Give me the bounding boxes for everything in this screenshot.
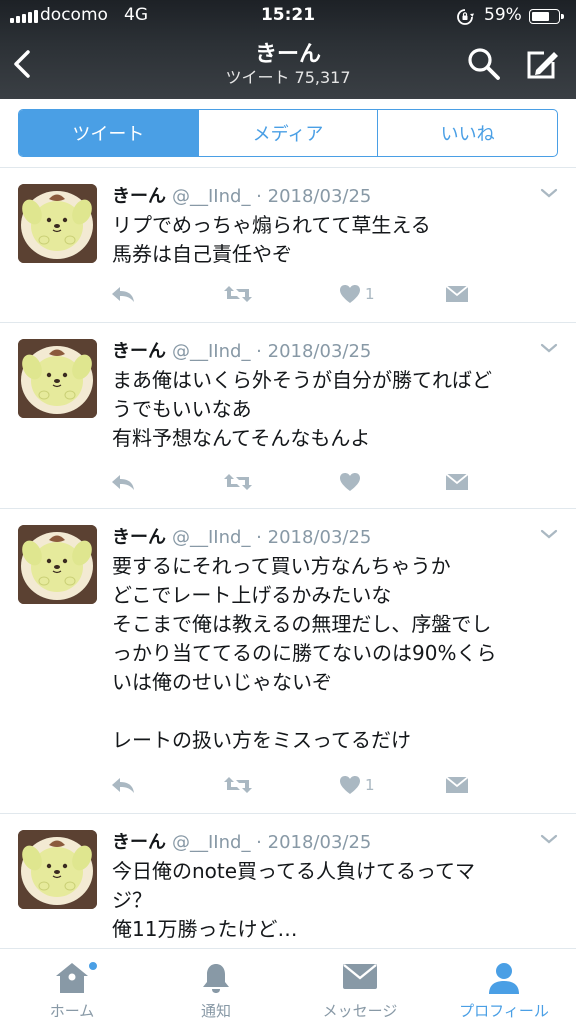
compose-button[interactable] xyxy=(524,46,560,82)
like-button[interactable] xyxy=(339,468,365,496)
status-bar: docomo 4G 15:21 59% xyxy=(0,0,576,34)
dm-share-button[interactable] xyxy=(445,280,469,308)
tweet-text: リプでめっちゃ煽られてて草生える 馬券は自己責任やぞ xyxy=(112,213,431,266)
chevron-down-icon[interactable] xyxy=(540,833,558,845)
like-button[interactable]: 1 xyxy=(339,771,375,799)
heart-icon xyxy=(340,473,360,491)
tab-likes[interactable]: いいね xyxy=(377,110,557,156)
retweet-button[interactable] xyxy=(223,468,253,496)
nav-home-label: ホーム xyxy=(49,1002,95,1020)
avatar[interactable] xyxy=(18,525,97,604)
tweet-author-name[interactable]: きーん xyxy=(112,527,166,548)
heart-icon xyxy=(340,285,360,303)
like-button[interactable]: 1 xyxy=(339,280,375,308)
tweet-item[interactable]: きーん @__IInd_ · 2018/03/25 今日俺のnote買ってる人負け… xyxy=(0,814,576,948)
reply-button[interactable] xyxy=(110,468,136,496)
tab-media[interactable]: メディア xyxy=(197,110,378,156)
tweet-timeline: きーん @__IInd_ · 2018/03/25 リプでめっちゃ煽られてて草生え… xyxy=(0,168,576,948)
nav-messages[interactable]: メッセージ xyxy=(288,949,432,1024)
tweet-author-name[interactable]: きーん xyxy=(112,832,166,853)
nav-profile-label: プロフィール xyxy=(459,1002,549,1020)
like-count: 1 xyxy=(365,285,375,303)
tweet-text: 今日俺のnote買ってる人負けてるってマ ジ？ 俺11万勝ったけど… xyxy=(112,859,476,941)
battery-percent: 59% xyxy=(484,5,522,25)
dm-share-button[interactable] xyxy=(445,771,469,799)
reply-icon xyxy=(112,287,134,302)
tweet-meta: @__IInd_ · 2018/03/25 xyxy=(172,341,372,362)
heart-icon xyxy=(340,776,360,794)
tweet-actions xyxy=(110,468,490,496)
nav-messages-label: メッセージ xyxy=(322,1002,398,1020)
chevron-down-icon[interactable] xyxy=(540,528,558,540)
envelope-icon xyxy=(445,473,469,490)
tweet-meta: @__IInd_ · 2018/03/25 xyxy=(172,186,372,207)
tweet-item[interactable]: きーん @__IInd_ · 2018/03/25 要するにそれって買い方なんちゃ… xyxy=(0,509,576,814)
home-icon xyxy=(56,963,88,993)
avatar[interactable] xyxy=(18,184,97,263)
dm-share-button[interactable] xyxy=(445,468,469,496)
avatar[interactable] xyxy=(18,339,97,418)
reply-button[interactable] xyxy=(110,280,136,308)
envelope-icon xyxy=(445,285,469,302)
tweet-author-name[interactable]: きーん xyxy=(112,341,166,362)
avatar[interactable] xyxy=(18,830,97,909)
tweet-meta: @__IInd_ · 2018/03/25 xyxy=(172,832,372,853)
envelope-icon xyxy=(445,776,469,793)
envelope-icon xyxy=(343,964,377,989)
nav-home[interactable]: ホーム xyxy=(0,949,144,1024)
retweet-icon xyxy=(224,474,252,490)
nav-notifications-label: 通知 xyxy=(200,1002,231,1020)
tweet-item[interactable]: きーん @__IInd_ · 2018/03/25 リプでめっちゃ煽られてて草生え… xyxy=(0,168,576,323)
search-button[interactable] xyxy=(466,46,502,82)
profile-header: docomo 4G 15:21 59% きーん ツイート 75,317 xyxy=(0,0,576,99)
tweet-author-name[interactable]: きーん xyxy=(112,186,166,207)
orientation-lock-icon xyxy=(457,9,474,25)
person-icon xyxy=(489,963,519,994)
reply-button[interactable] xyxy=(110,771,136,799)
tweet-text: まあ俺はいくら外そうが自分が勝てればど うでもいいなあ 有料予想なんてそんなもん… xyxy=(112,368,492,450)
segmented-control: ツイート メディア いいね xyxy=(18,109,558,157)
tweet-actions: 1 xyxy=(110,280,490,308)
chevron-down-icon[interactable] xyxy=(540,187,558,199)
tab-tweets[interactable]: ツイート xyxy=(19,110,198,156)
like-count: 1 xyxy=(365,776,375,794)
battery-icon xyxy=(529,9,564,24)
profile-tabbar: ツイート メディア いいね xyxy=(0,99,576,168)
bottom-tab-bar: ホーム 通知 メッセージ プロフィール xyxy=(0,948,576,1024)
retweet-button[interactable] xyxy=(223,771,253,799)
retweet-icon xyxy=(224,286,252,302)
tweet-meta: @__IInd_ · 2018/03/25 xyxy=(172,527,372,548)
bell-icon xyxy=(203,964,229,993)
tweet-item[interactable]: きーん @__IInd_ · 2018/03/25 まあ俺はいくら外そうが自分が勝… xyxy=(0,323,576,509)
nav-profile[interactable]: プロフィール xyxy=(432,949,576,1024)
chevron-down-icon[interactable] xyxy=(540,342,558,354)
reply-icon xyxy=(112,475,134,490)
tweet-text: 要するにそれって買い方なんちゃうか どこでレート上げるかみたいな そこまで俺は教… xyxy=(112,554,497,752)
reply-icon xyxy=(112,778,134,793)
nav-notifications[interactable]: 通知 xyxy=(144,949,288,1024)
retweet-button[interactable] xyxy=(223,280,253,308)
tweet-actions: 1 xyxy=(110,771,490,799)
notification-dot xyxy=(88,961,98,971)
retweet-icon xyxy=(224,777,252,793)
